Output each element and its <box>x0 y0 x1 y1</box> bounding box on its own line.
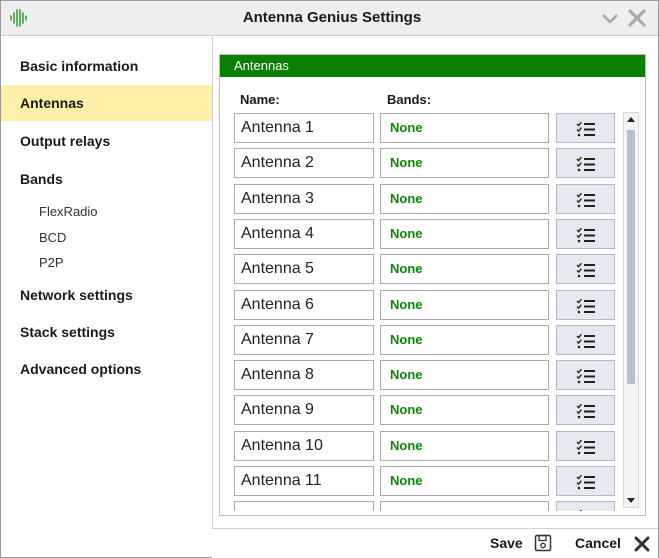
checklist-icon <box>576 298 595 313</box>
antenna-name-input[interactable] <box>234 289 374 320</box>
sidebar-item-advanced-options[interactable]: Advanced options <box>1 351 212 387</box>
edit-bands-button[interactable] <box>556 254 615 285</box>
antenna-row: None <box>220 148 620 179</box>
antenna-row: None <box>220 466 620 496</box>
edit-bands-button[interactable] <box>556 148 615 179</box>
sidebar: Basic information Antennas Output relays… <box>1 36 213 557</box>
antenna-name-input[interactable] <box>234 183 374 214</box>
antenna-bands-field: None <box>380 466 549 496</box>
antenna-row: None <box>220 430 620 461</box>
antenna-bands-field: None <box>380 183 549 214</box>
checklist-icon <box>576 157 595 172</box>
antenna-name-input[interactable] <box>234 113 374 143</box>
sidebar-item-output-relays[interactable]: Output relays <box>1 123 212 159</box>
antenna-name-input[interactable] <box>234 254 374 285</box>
antenna-bands-field: None <box>380 430 549 461</box>
antenna-bands-field: None <box>380 289 549 320</box>
antenna-row: None <box>220 183 620 214</box>
antenna-row: None <box>220 218 620 249</box>
chevron-down-icon[interactable] <box>599 7 621 29</box>
title-bar: Antenna Genius Settings <box>1 1 658 36</box>
antenna-row: None <box>220 289 620 320</box>
antenna-name-input[interactable] <box>234 148 374 179</box>
dialog-footer: Save Cancel <box>212 528 658 558</box>
close-icon[interactable] <box>626 7 648 29</box>
sidebar-subitem-flexradio[interactable]: FlexRadio <box>39 204 98 219</box>
antennas-panel: Antennas Name: Bands: None None None Non… <box>219 54 646 516</box>
sidebar-item-antennas[interactable]: Antennas <box>1 85 212 121</box>
antenna-bands-field: None <box>380 324 549 355</box>
antenna-bands-field: None <box>380 360 549 391</box>
antenna-bands-field: None <box>380 254 549 285</box>
edit-bands-button[interactable] <box>556 324 615 355</box>
antenna-name-input[interactable] <box>234 218 374 249</box>
edit-bands-button[interactable] <box>556 360 615 391</box>
edit-bands-button[interactable] <box>556 183 615 214</box>
bands-column-header: Bands: <box>387 92 432 107</box>
floppy-disk-icon <box>534 534 552 552</box>
antenna-row: None <box>220 395 620 426</box>
sidebar-item-bands[interactable]: Bands <box>1 161 212 197</box>
edit-bands-button[interactable] <box>556 218 615 249</box>
name-column-header: Name: <box>240 92 280 107</box>
close-icon <box>634 536 650 552</box>
antenna-row: None <box>220 254 620 285</box>
edit-bands-button[interactable] <box>556 501 615 511</box>
checklist-icon <box>576 262 595 278</box>
antenna-row: None <box>220 324 620 355</box>
cancel-label: Cancel <box>575 535 621 551</box>
antenna-name-input[interactable] <box>234 395 374 426</box>
checklist-icon <box>576 192 595 207</box>
cancel-button[interactable]: Cancel <box>575 529 650 558</box>
settings-window: Antenna Genius Settings Basic informatio… <box>0 0 659 558</box>
checklist-icon <box>580 510 582 511</box>
antenna-name-input[interactable] <box>234 360 374 391</box>
edit-bands-button[interactable] <box>556 289 615 320</box>
edit-bands-button[interactable] <box>556 430 615 461</box>
checklist-icon <box>576 368 595 384</box>
antenna-name-input[interactable] <box>234 466 374 496</box>
scroll-thumb[interactable] <box>627 130 635 384</box>
checklist-icon <box>576 227 595 243</box>
scroll-down-arrow-icon[interactable] <box>624 493 638 507</box>
antenna-bands-field: None <box>380 148 549 179</box>
window-title: Antenna Genius Settings <box>242 9 422 26</box>
save-button[interactable]: Save <box>490 529 552 558</box>
checklist-icon <box>576 333 595 349</box>
save-label: Save <box>490 535 523 551</box>
antenna-row <box>220 501 620 511</box>
sidebar-item-network-settings[interactable]: Network settings <box>1 277 212 313</box>
sidebar-subitem-bcd[interactable]: BCD <box>39 230 66 245</box>
antenna-bands-field: None <box>380 218 549 249</box>
antenna-row: None <box>220 360 620 391</box>
checklist-icon <box>576 439 595 454</box>
scroll-up-arrow-icon[interactable] <box>624 113 638 127</box>
checklist-icon <box>576 121 595 137</box>
sidebar-subitem-p2p[interactable]: P2P <box>39 255 64 270</box>
checklist-icon <box>576 404 595 419</box>
sidebar-item-basic-information[interactable]: Basic information <box>1 48 212 84</box>
sidebar-item-stack-settings[interactable]: Stack settings <box>1 314 212 350</box>
edit-bands-button[interactable] <box>556 466 615 496</box>
antenna-bands-field: None <box>380 113 549 143</box>
antenna-list-scrollbar[interactable] <box>623 112 639 508</box>
antenna-list: None None None None None <box>220 113 620 511</box>
antenna-row: None <box>220 113 620 143</box>
antenna-name-input[interactable] <box>234 430 374 461</box>
antenna-name-input[interactable] <box>234 324 374 355</box>
checklist-icon <box>576 474 595 490</box>
antenna-bands-field: None <box>380 395 549 426</box>
panel-header: Antennas <box>220 55 645 77</box>
edit-bands-button[interactable] <box>556 113 615 143</box>
antenna-name-input[interactable] <box>234 501 374 511</box>
edit-bands-button[interactable] <box>556 395 615 426</box>
antenna-bands-field <box>380 501 549 511</box>
